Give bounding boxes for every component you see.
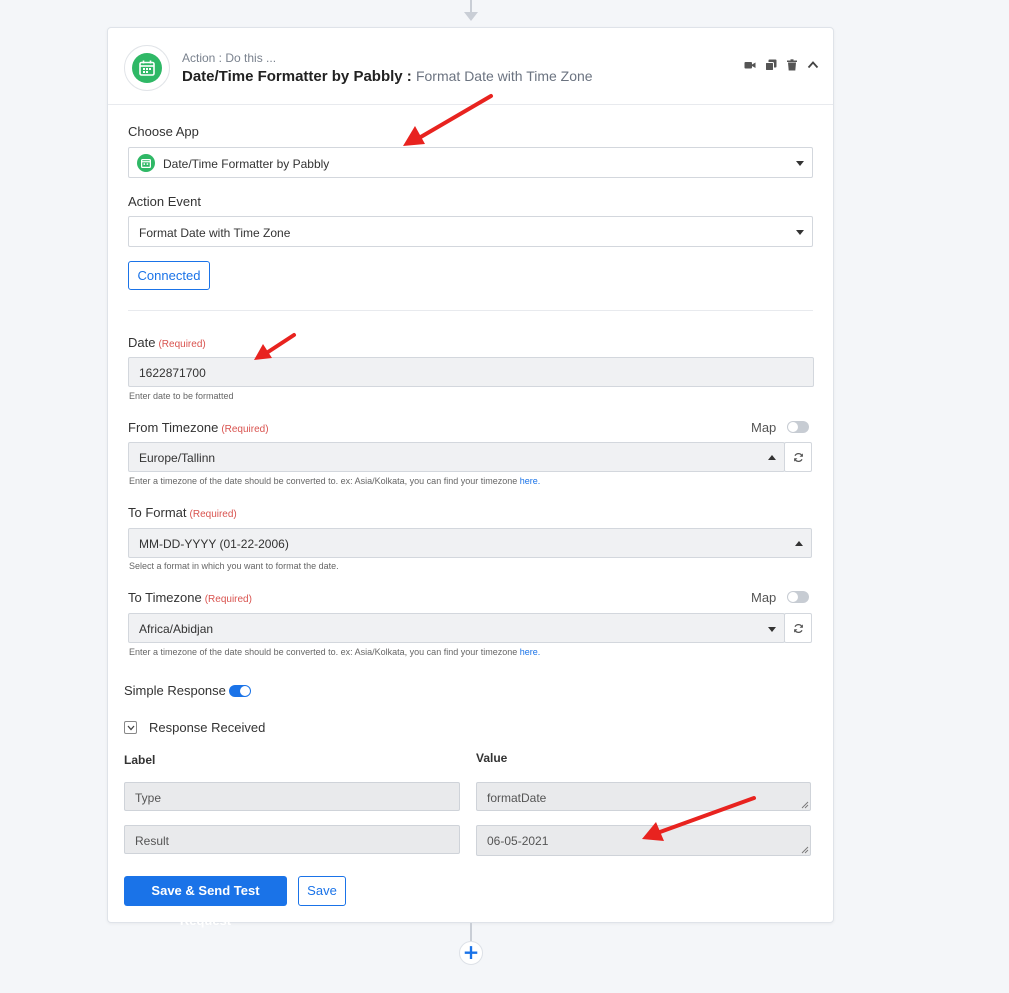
to-format-label: To Format (Required): [128, 505, 237, 520]
refresh-icon: [794, 623, 803, 634]
choose-app-label: Choose App: [128, 124, 199, 139]
response-label-type: Type: [124, 782, 460, 811]
from-timezone-select[interactable]: Europe/Tallinn: [128, 442, 785, 472]
from-timezone-helper-text: Enter a timezone of the date should be c…: [129, 476, 518, 486]
connected-button[interactable]: Connected: [128, 261, 210, 290]
step-title: Date/Time Formatter by Pabbly : Format D…: [182, 68, 593, 85]
to-timezone-helper-text: Enter a timezone of the date should be c…: [129, 647, 518, 657]
from-timezone-helper-link[interactable]: here.: [520, 476, 541, 486]
action-event-select[interactable]: Format Date with Time Zone: [128, 216, 813, 247]
from-timezone-refresh-button[interactable]: [784, 442, 812, 472]
to-format-value: MM-DD-YYYY (01-22-2006): [139, 537, 289, 551]
from-timezone-helper: Enter a timezone of the date should be c…: [129, 476, 540, 486]
refresh-icon: [794, 452, 803, 463]
to-timezone-required: (Required): [204, 594, 252, 605]
chevron-up-icon[interactable]: [807, 59, 819, 71]
action-event-value: Format Date with Time Zone: [139, 226, 291, 240]
to-timezone-helper: Enter a timezone of the date should be c…: [129, 647, 540, 657]
section-divider: [128, 310, 813, 311]
response-label-type-text: Type: [135, 791, 162, 805]
save-button[interactable]: Save: [298, 876, 346, 906]
video-icon[interactable]: [744, 59, 756, 71]
app-small-logo: [137, 154, 155, 172]
simple-response-label: Simple Response: [124, 683, 226, 698]
date-input[interactable]: 1622871700: [128, 357, 814, 387]
to-format-helper: Select a format in which you want to for…: [129, 561, 339, 571]
caret-up-icon: [768, 455, 776, 460]
to-format-required: (Required): [189, 509, 237, 520]
to-timezone-refresh-button[interactable]: [784, 613, 812, 643]
to-timezone-value: Africa/Abidjan: [139, 622, 214, 636]
app-logo: [124, 45, 170, 91]
caret-down-icon: [796, 161, 804, 166]
caret-up-icon: [795, 541, 803, 546]
response-value-type-text: formatDate: [487, 791, 547, 805]
chevron-down-icon: [127, 725, 135, 731]
date-value: 1622871700: [139, 366, 206, 380]
to-timezone-label-text: To Timezone: [128, 590, 202, 605]
response-value-result-text: 06-05-2021: [487, 834, 549, 848]
action-event-label: Action Event: [128, 194, 201, 209]
resize-handle-icon[interactable]: [801, 801, 809, 809]
to-timezone-map-label: Map: [751, 590, 777, 605]
connector-arrow-icon: [464, 12, 478, 21]
save-and-send-test-request-button[interactable]: Save & Send Test Request: [124, 876, 287, 928]
from-timezone-required: (Required): [221, 424, 269, 435]
header-actions: [744, 59, 819, 71]
add-step-plus-icon[interactable]: +: [459, 941, 483, 965]
from-timezone-label: From Timezone (Required): [128, 420, 269, 435]
label-column-header: Label: [124, 753, 156, 767]
response-received-checkbox[interactable]: [124, 721, 137, 734]
copy-icon[interactable]: [765, 59, 777, 71]
from-timezone-map-toggle[interactable]: [787, 421, 809, 433]
to-timezone-map-toggle[interactable]: [787, 591, 809, 603]
caret-down-icon: [768, 627, 776, 632]
trash-icon[interactable]: [786, 59, 798, 71]
date-label-text: Date: [128, 335, 156, 350]
to-timezone-select[interactable]: Africa/Abidjan: [128, 613, 785, 643]
to-format-select[interactable]: MM-DD-YYYY (01-22-2006): [128, 528, 812, 558]
calendar-icon: [141, 158, 151, 168]
annotation-arrow-icon: [642, 796, 756, 841]
date-required: (Required): [158, 339, 206, 350]
from-timezone-map-label: Map: [751, 420, 777, 435]
simple-response-toggle[interactable]: [229, 685, 251, 697]
caret-down-icon: [796, 230, 804, 235]
annotation-arrow-icon: [254, 333, 296, 360]
to-timezone-helper-link[interactable]: here.: [520, 647, 541, 657]
step-app-name: Date/Time Formatter by Pabbly :: [182, 68, 412, 85]
to-timezone-label: To Timezone (Required): [128, 590, 252, 605]
value-column-header: Value: [476, 751, 508, 765]
step-subtitle: Action : Do this ...: [182, 51, 277, 65]
annotation-arrow-icon: [403, 94, 493, 146]
resize-handle-icon[interactable]: [801, 846, 809, 854]
date-label: Date (Required): [128, 335, 206, 350]
action-step-card: Action : Do this ... Date/Time Formatter…: [107, 27, 834, 928]
choose-app-value: Date/Time Formatter by Pabbly: [163, 157, 330, 171]
response-label-result-text: Result: [135, 834, 170, 848]
response-received-label: Response Received: [149, 720, 266, 735]
date-helper: Enter date to be formatted: [129, 391, 234, 401]
connector-line-bottom: [470, 923, 472, 941]
step-event-name: Format Date with Time Zone: [415, 68, 593, 84]
from-timezone-label-text: From Timezone: [128, 420, 219, 435]
to-format-label-text: To Format: [128, 505, 187, 520]
response-label-result: Result: [124, 825, 460, 854]
from-timezone-value: Europe/Tallinn: [139, 451, 216, 465]
calendar-icon: [139, 60, 155, 76]
